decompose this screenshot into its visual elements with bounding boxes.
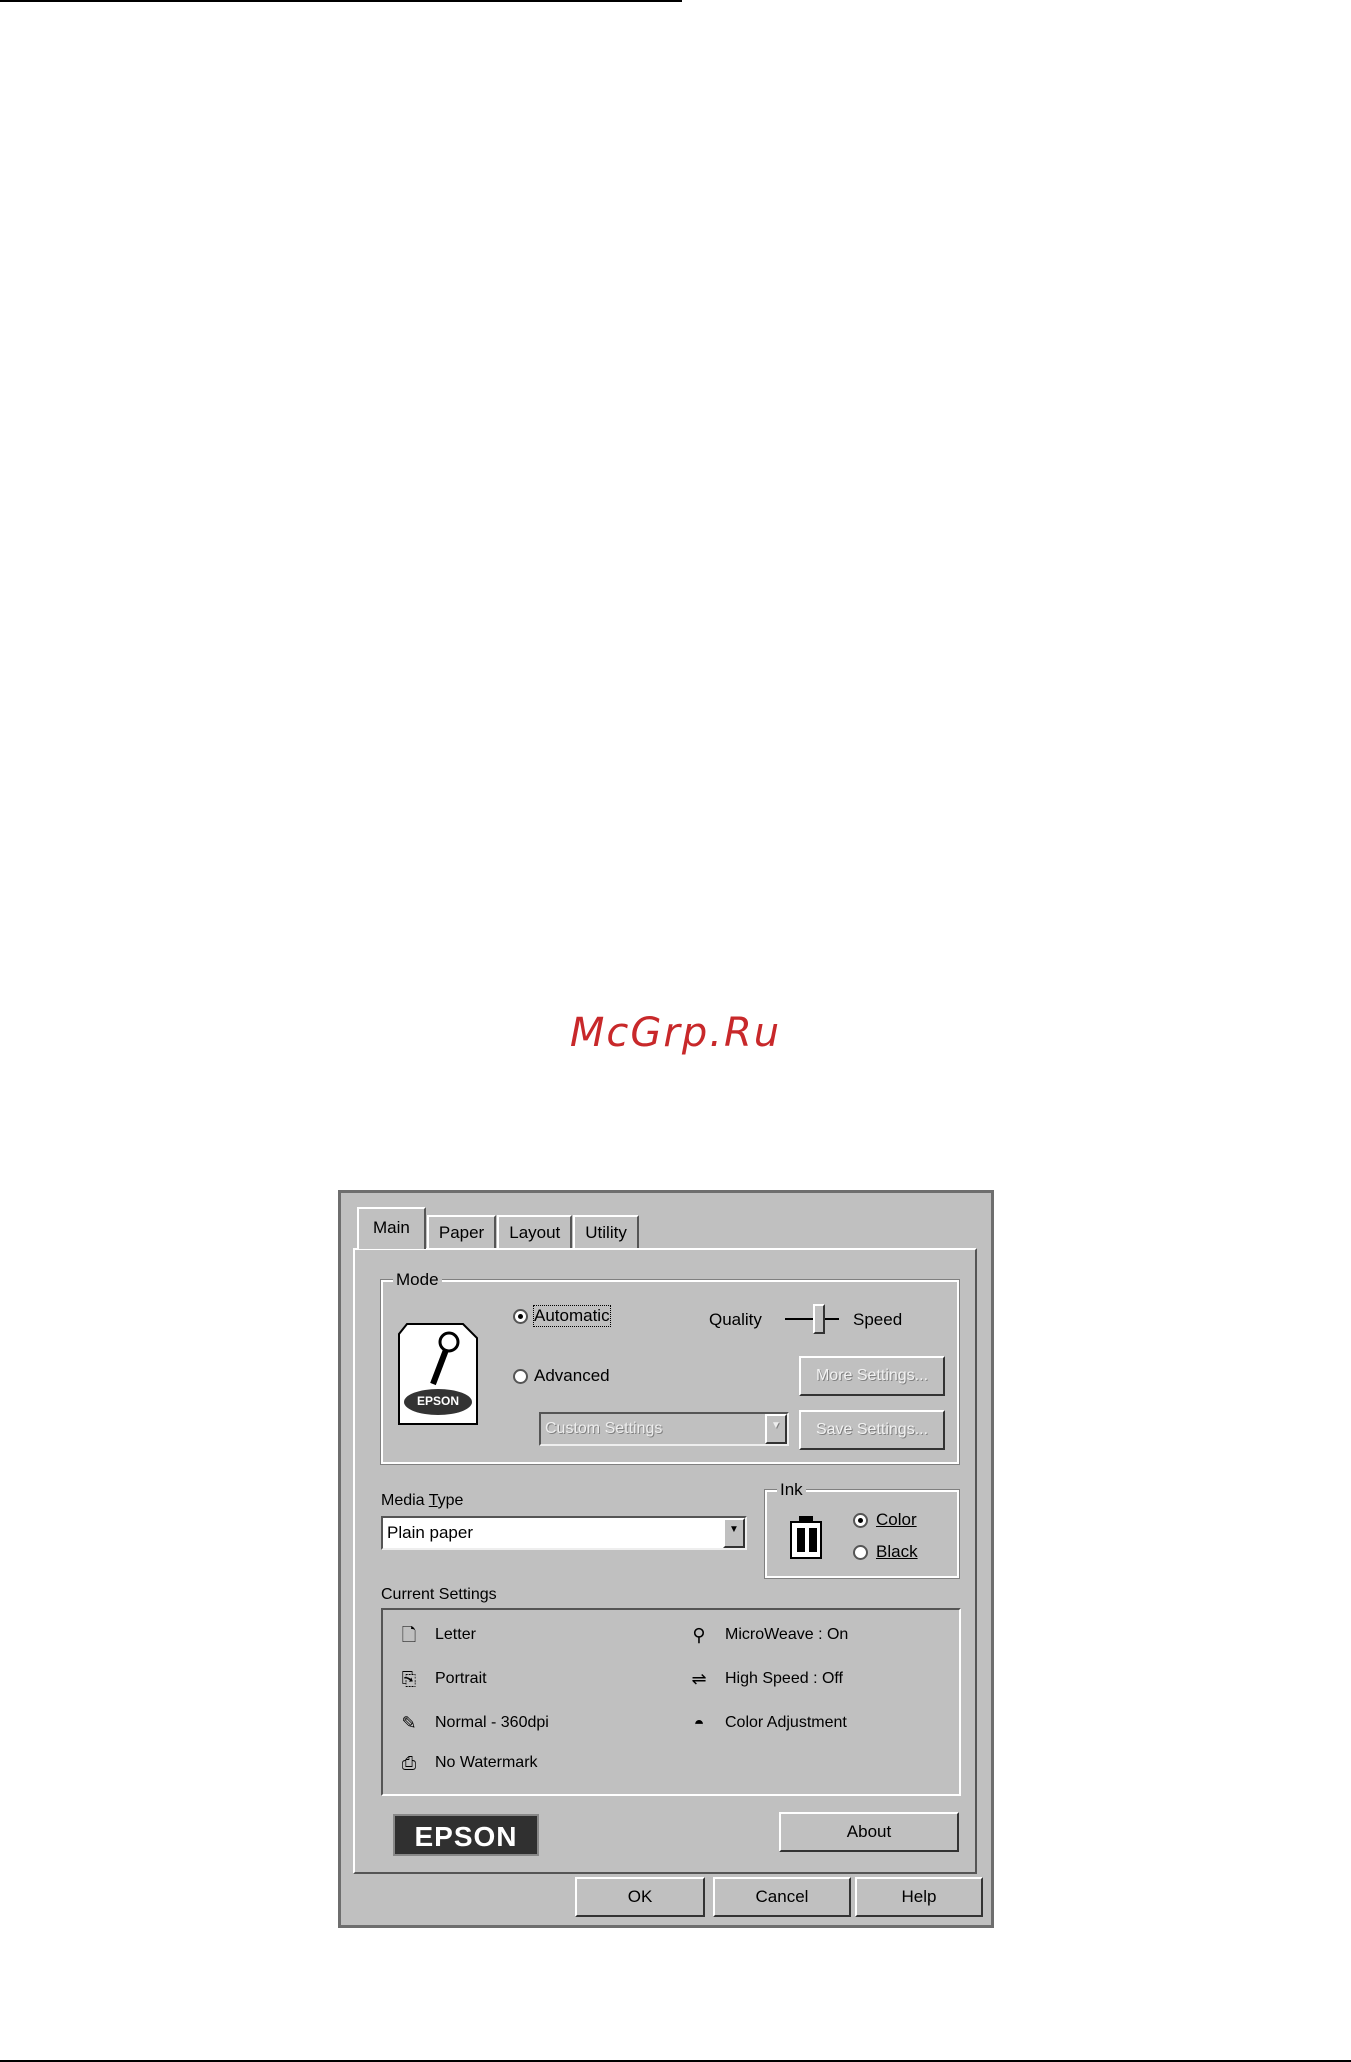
current-settings-label: Current Settings [381, 1586, 497, 1603]
printer-logo-text: EPSON [416, 1394, 459, 1408]
setting-watermark-text: No Watermark [435, 1754, 538, 1771]
paper-size-icon: 🗋 [401, 1625, 417, 1645]
media-type-label: Media Type [381, 1492, 463, 1510]
automatic-radio[interactable] [513, 1308, 528, 1324]
ink-black-option[interactable]: Black [853, 1542, 918, 1562]
custom-settings-value: Custom Settings [545, 1420, 663, 1437]
cancel-button[interactable]: Cancel [713, 1877, 851, 1917]
printer-properties-dialog: Main Paper Layout Utility Mode EPSON Aut… [338, 1190, 994, 1928]
speed-label: Speed [853, 1310, 903, 1329]
tab-layout[interactable]: Layout [497, 1215, 573, 1249]
orientation-icon: ⎘ [401, 1669, 417, 1689]
ink-color-radio[interactable] [853, 1512, 868, 1528]
watermark-text: McGrp.Ru [569, 1010, 782, 1056]
automatic-label: Automatic [533, 1305, 611, 1327]
quality-label: Quality [709, 1310, 762, 1329]
advanced-label: Advanced [534, 1366, 610, 1385]
top-rule [0, 0, 682, 2]
setting-microweave-text: MicroWeave : On [725, 1626, 849, 1643]
advanced-radio[interactable] [513, 1368, 528, 1384]
save-settings-button[interactable]: Save Settings... [799, 1410, 945, 1450]
ink-black-radio[interactable] [853, 1544, 868, 1560]
tab-bar: Main Paper Layout Utility [357, 1207, 640, 1249]
setting-color-adjustment: ◓ Color Adjustment [687, 1712, 847, 1734]
more-settings-button[interactable]: More Settings... [799, 1356, 945, 1396]
media-type-label-key: T [428, 1492, 438, 1509]
printer-mode-image: EPSON [393, 1322, 483, 1426]
custom-settings-select[interactable]: Custom Settings ▼ [539, 1412, 789, 1446]
setting-orientation-text: Portrait [435, 1670, 487, 1687]
mode-group: Mode EPSON Automatic Quality Speed Advan… [380, 1270, 960, 1465]
chevron-down-icon[interactable]: ▼ [723, 1518, 745, 1548]
tab-utility[interactable]: Utility [573, 1215, 639, 1249]
ink-color-label: Color [876, 1510, 917, 1529]
tab-paper[interactable]: Paper [426, 1215, 497, 1249]
microweave-icon: ⚲ [692, 1625, 706, 1645]
quality-speed-slider[interactable] [785, 1304, 839, 1344]
advanced-option[interactable]: Advanced [513, 1366, 610, 1386]
setting-microweave: ⚲ MicroWeave : On [687, 1624, 848, 1646]
ink-black-label: Black [876, 1542, 918, 1561]
watermark-icon: ⎙ [401, 1753, 417, 1773]
setting-high-speed-text: High Speed : Off [725, 1670, 843, 1687]
media-type-label-post: ype [437, 1492, 464, 1509]
setting-watermark: ⎙ No Watermark [397, 1752, 538, 1774]
setting-color-adjustment-text: Color Adjustment [725, 1714, 847, 1731]
media-type-select[interactable]: Plain paper ▼ [381, 1516, 747, 1550]
setting-paper-size: 🗋 Letter [397, 1624, 476, 1646]
setting-high-speed: ⇌ High Speed : Off [687, 1668, 843, 1690]
automatic-option[interactable]: Automatic [513, 1305, 611, 1327]
media-type-value: Plain paper [387, 1523, 474, 1542]
chevron-down-icon[interactable]: ▼ [765, 1414, 787, 1444]
ink-cartridge-icon [789, 1516, 823, 1560]
setting-orientation: ⎘ Portrait [397, 1668, 487, 1690]
high-speed-icon: ⇌ [691, 1669, 707, 1689]
ink-color-option[interactable]: Color [853, 1510, 917, 1530]
about-button[interactable]: About [779, 1812, 959, 1852]
epson-logo: EPSON [393, 1814, 539, 1856]
media-type-label-pre: Media [381, 1492, 429, 1509]
ink-group: Ink Color Black [764, 1480, 960, 1579]
help-button[interactable]: Help [855, 1877, 983, 1917]
color-adjustment-icon: ◓ [693, 1713, 705, 1733]
setting-quality: ✎ Normal - 360dpi [397, 1712, 549, 1734]
slider-thumb[interactable] [813, 1304, 825, 1334]
ink-group-label: Ink [777, 1480, 806, 1500]
current-settings-box: 🗋 Letter ⎘ Portrait ✎ Normal - 360dpi ⎙ … [381, 1608, 961, 1796]
tab-main[interactable]: Main [357, 1207, 426, 1249]
about-button-label: About [846, 1822, 892, 1841]
quality-icon: ✎ [401, 1713, 417, 1733]
setting-quality-text: Normal - 360dpi [435, 1714, 549, 1731]
main-tab-panel: Mode EPSON Automatic Quality Speed Advan… [353, 1248, 977, 1874]
ok-button[interactable]: OK [575, 1877, 705, 1917]
mode-group-label: Mode [393, 1270, 442, 1290]
setting-paper-size-text: Letter [435, 1626, 476, 1643]
